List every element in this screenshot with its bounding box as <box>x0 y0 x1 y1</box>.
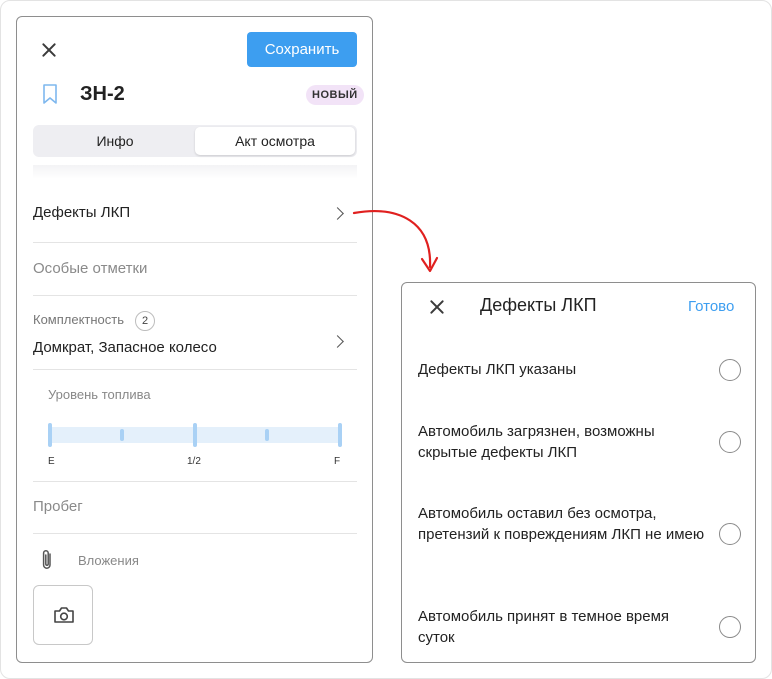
fuel-tick-label-full: F <box>334 456 341 467</box>
option-label[interactable]: Автомобиль оставил без осмотра, претензи… <box>418 503 708 545</box>
status-badge: НОВЫЙ <box>306 85 364 105</box>
fuel-tick <box>48 423 52 447</box>
fuel-tick-label-empty: E <box>48 456 55 467</box>
option-radio[interactable] <box>719 523 741 545</box>
camera-icon <box>53 606 75 629</box>
fuel-tick <box>120 429 124 441</box>
fuel-tick <box>193 423 197 447</box>
close-icon[interactable] <box>39 40 59 60</box>
close-icon[interactable] <box>427 297 447 317</box>
completeness-label: Комплектность <box>33 312 125 327</box>
flow-arrow <box>352 210 439 273</box>
tab-switcher: Инфо Акт осмотра <box>33 125 357 157</box>
save-button[interactable]: Сохранить <box>247 32 357 67</box>
divider <box>33 369 357 370</box>
divider <box>33 242 357 243</box>
divider <box>33 295 357 296</box>
option-label[interactable]: Автомобиль загрязнен, возможны скрытые д… <box>418 421 708 463</box>
completeness-value[interactable]: Домкрат, Запасное колесо <box>33 339 217 356</box>
page-title: ЗН-2 <box>80 83 125 105</box>
fuel-slider[interactable] <box>48 423 342 447</box>
mileage-field[interactable]: Пробег <box>33 498 83 515</box>
done-button[interactable]: Готово <box>688 298 734 315</box>
option-radio[interactable] <box>719 359 741 381</box>
dialog-title: Дефекты ЛКП <box>480 295 597 315</box>
option-radio[interactable] <box>719 431 741 453</box>
completeness-count-badge: 2 <box>135 311 155 331</box>
add-photo-button[interactable] <box>33 585 93 645</box>
option-label[interactable]: Дефекты ЛКП указаны <box>418 359 708 380</box>
divider <box>33 481 357 482</box>
tab-inspection-act[interactable]: Акт осмотра <box>195 127 355 155</box>
fuel-tick <box>265 429 269 441</box>
defects-row-label[interactable]: Дефекты ЛКП <box>33 204 130 221</box>
special-notes-field[interactable]: Особые отметки <box>33 260 147 277</box>
fuel-tick-label-half: 1/2 <box>187 456 201 467</box>
fuel-label: Уровень топлива <box>48 387 151 402</box>
bookmark-icon[interactable] <box>41 83 59 110</box>
option-radio[interactable] <box>719 616 741 638</box>
paperclip-icon <box>39 548 55 577</box>
order-panel: Сохранить ЗН-2 НОВЫЙ Инфо Акт осмотра Де… <box>16 16 373 663</box>
section-shade <box>33 165 357 179</box>
defects-dialog: Дефекты ЛКП Готово Дефекты ЛКП указаны А… <box>401 282 756 663</box>
chevron-right-icon[interactable] <box>331 335 344 348</box>
option-label[interactable]: Автомобиль принят в темное время суток <box>418 606 708 648</box>
attachments-label: Вложения <box>78 553 139 568</box>
fuel-tick <box>338 423 342 447</box>
tab-info[interactable]: Инфо <box>35 127 195 155</box>
divider <box>33 533 357 534</box>
